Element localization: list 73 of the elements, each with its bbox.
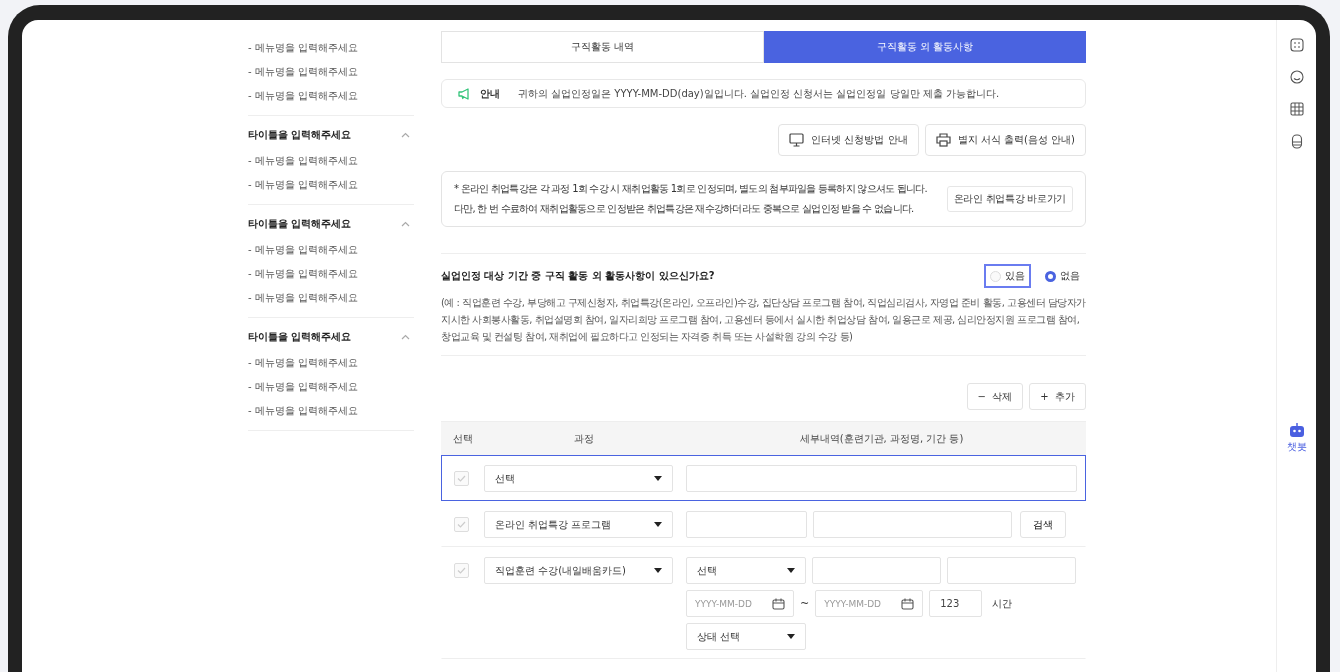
checkbox[interactable] — [454, 471, 469, 486]
dropdown[interactable]: 선택 — [686, 557, 806, 584]
column-header: 세부내역(훈련기관, 과정명, 기간 등) — [798, 431, 965, 446]
sidebar-item[interactable]: - 메뉴명을 입력해주세요 — [248, 379, 414, 394]
course-select[interactable]: 온라인 취업특강 프로그램 — [484, 511, 673, 538]
status-dropdown[interactable]: 상태 선택 — [686, 623, 806, 650]
grid-icon[interactable] — [1289, 102, 1304, 116]
check-icon — [457, 521, 466, 528]
course-select[interactable]: 직업훈련 수강(내일배움카드) — [484, 557, 673, 584]
caret-icon — [654, 476, 662, 481]
sidebar-item[interactable]: - 메뉴명을 입력해주세요 — [248, 290, 414, 305]
input-field[interactable] — [686, 465, 1077, 492]
tab[interactable]: 구직활동 외 활동사항 — [763, 31, 1086, 63]
check-icon — [457, 475, 466, 482]
question-text: 실업인정 대상 기간 중 구직 활동 외 활동사항이 있으신가요? — [441, 269, 715, 283]
sidebar-item[interactable]: - 메뉴명을 입력해주세요 — [248, 153, 414, 168]
face-icon[interactable] — [1289, 70, 1304, 84]
printer-icon — [935, 133, 951, 147]
coin-stack-icon[interactable] — [1290, 134, 1303, 149]
caret-icon — [654, 522, 662, 527]
input-field[interactable] — [947, 557, 1076, 584]
megaphone-icon — [458, 87, 472, 100]
check-icon — [457, 567, 466, 574]
chevron-icon[interactable] — [401, 221, 410, 227]
hours-field[interactable]: 123 — [929, 590, 983, 617]
caret-icon — [654, 568, 662, 573]
action-button[interactable]: 인터넷 신청방법 안내 — [778, 124, 919, 156]
notice-label: 안내 — [480, 86, 500, 101]
tab[interactable]: 구직활동 내역 — [441, 31, 764, 63]
sidebar-item[interactable]: - 메뉴명을 입력해주세요 — [248, 355, 414, 370]
action-button[interactable]: 별지 서식 출력(음성 안내) — [924, 124, 1086, 156]
info-text: 다만, 한 번 수료하여 재취업활동으로 인정받은 취업특강은 재수강하더라도 중복으로 실업인정 받을 수 없습니다. — [454, 202, 915, 216]
sidebar-item[interactable]: - 메뉴명을 입력해주세요 — [248, 242, 414, 257]
chevron-icon[interactable] — [401, 334, 410, 340]
notice-text: 귀하의 실업인정일은 YYYY-MM-DD(day)일입니다. 실업인정 신청서는 실업인정일 당일만 제출 가능합니다. — [518, 86, 1000, 101]
calendar-icon — [901, 597, 915, 610]
search-button[interactable]: 검색 — [1020, 511, 1066, 538]
sidebar-group-title[interactable]: 타이틀을 입력해주세요 — [248, 128, 352, 142]
table-row[interactable]: 선택 — [441, 455, 1086, 501]
checkbox[interactable] — [454, 563, 469, 578]
input-field[interactable] — [686, 511, 807, 538]
table-row[interactable]: 직업훈련 수강(내일배움카드) 선택 YYYY-MM-DD ~ YYYY-MM-DD 123 시간 상태 선택 — [441, 547, 1086, 659]
sidebar-item[interactable]: - 메뉴명을 입력해주세요 — [248, 88, 414, 103]
sidebar-item[interactable]: - 메뉴명을 입력해주세요 — [248, 403, 414, 418]
calendar-icon — [772, 597, 785, 610]
info-text: * 온라인 취업특강은 각 과정 1회 수강 시 재취업활동 1회로 인정되며, 별도의 첨부파일을 등록하지 않으셔도 됩니다. — [454, 182, 928, 196]
sidebar-item[interactable]: - 메뉴명을 입력해주세요 — [248, 266, 414, 281]
sidebar-group-title[interactable]: 타이틀을 입력해주세요 — [248, 330, 352, 344]
checkbox[interactable] — [454, 517, 469, 532]
column-header: 선택 — [452, 431, 474, 446]
sidebar-group-title[interactable]: 타이틀을 입력해주세요 — [248, 217, 352, 231]
sidebar-item[interactable]: - 메뉴명을 입력해주세요 — [248, 177, 414, 192]
course-select[interactable]: 선택 — [484, 465, 673, 492]
robot-icon — [1288, 423, 1305, 438]
input-field[interactable] — [812, 557, 941, 584]
example-text: (예 : 직업훈련 수강, 부당해고 구제신청자, 취업특강(온라인, 오프라인)수강, 집단상담 프로그램 참여, 직업심리검사, 자영업 준비 활동, 고용센터 담당자가 지시한 사회봉사활동, 취업설명회 참여, 일자리희망 프로그램 참여, 고용센터 등에서 실시한 취업상담 참여, 일용근로 제공, 심리안정지원 프로그램 참여, 창업교육 및 컨설팅 참여, 재취업에 필요하다고 인정되는 자격증 취득 또는 사설학원 강의 수강 등) — [441, 296, 1086, 344]
table-button[interactable]: − 삭제 — [966, 383, 1024, 410]
caret-icon — [787, 568, 795, 573]
caret-icon — [787, 634, 795, 639]
sidebar-item[interactable]: - 메뉴명을 입력해주세요 — [248, 40, 414, 55]
table-button[interactable]: + 추가 — [1029, 383, 1086, 410]
chatbot-button[interactable]: 챗봇 — [1286, 423, 1307, 454]
unit-label: 시간 — [992, 596, 1013, 611]
input-field[interactable] — [813, 511, 1012, 538]
sidebar-item[interactable]: - 메뉴명을 입력해주세요 — [248, 64, 414, 79]
chevron-icon[interactable] — [401, 132, 410, 138]
link-button[interactable]: 온라인 취업특강 바로가기 — [946, 186, 1073, 212]
radio-option[interactable]: 없음 — [1039, 264, 1086, 288]
radio-option[interactable]: 있음 — [984, 264, 1031, 288]
column-header: 과정 — [573, 431, 595, 446]
table-row[interactable]: 온라인 취업특강 프로그램 검색 — [441, 501, 1086, 547]
range-sign: ~ — [800, 597, 810, 610]
monitor-icon — [789, 133, 805, 147]
